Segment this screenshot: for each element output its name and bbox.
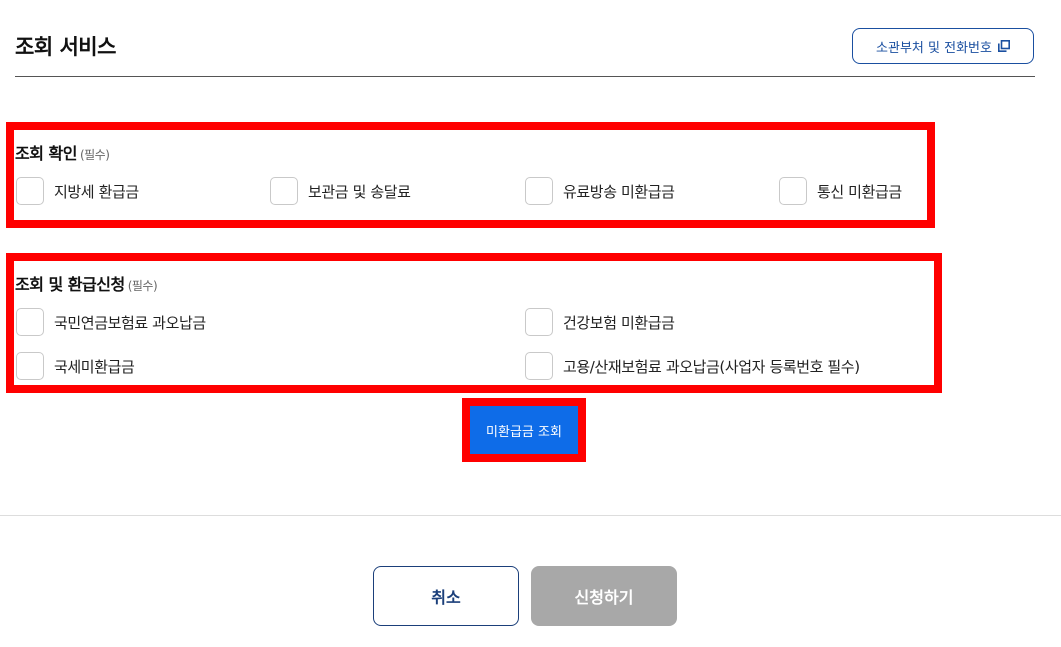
check-section-highlight [6,122,935,228]
checkbox[interactable] [525,308,553,336]
checkbox-option-national-pension-overpayment[interactable]: 국민연금보험료 과오납금 [16,308,206,336]
option-label: 유료방송 미환급금 [563,182,675,201]
page-title: 조회 서비스 [15,35,116,59]
option-label: 보관금 및 송달료 [308,182,411,201]
checkbox[interactable] [525,352,553,380]
refund-section-title: 조회 및 환급신청 (필수) [15,271,158,295]
checkbox-option-national-tax-refund[interactable]: 국세미환급금 [16,352,135,380]
checkbox[interactable] [16,308,44,336]
option-label: 건강보험 미환급금 [563,313,675,332]
checkbox[interactable] [270,177,298,205]
refund-section-title-text: 조회 및 환급신청 [15,275,125,294]
checkbox-option-paid-broadcast-refund[interactable]: 유료방송 미환급금 [525,177,675,205]
external-link-icon [997,40,1010,52]
checkbox-option-telecom-refund[interactable]: 통신 미환급금 [779,177,902,205]
option-label: 통신 미환급금 [817,182,902,201]
checkbox-option-employment-insurance-overpayment[interactable]: 고용/산재보험료 과오납금(사업자 등록번호 필수) [525,352,860,380]
checkbox[interactable] [16,177,44,205]
apply-button[interactable]: 신청하기 [531,566,677,626]
option-label: 고용/산재보험료 과오납금(사업자 등록번호 필수) [563,357,860,376]
cancel-button[interactable]: 취소 [373,566,519,626]
check-section-title-text: 조회 확인 [15,144,77,163]
checkbox[interactable] [525,177,553,205]
unrefunded-search-button[interactable]: 미환급금 조회 [470,406,578,454]
check-section-required-note: (필수) [79,148,110,162]
department-phone-label: 소관부처 및 전화번호 [876,40,992,56]
title-divider [15,76,1035,77]
option-label: 국민연금보험료 과오납금 [54,313,206,332]
checkbox[interactable] [16,352,44,380]
checkbox-option-health-insurance-refund[interactable]: 건강보험 미환급금 [525,308,675,336]
option-label: 국세미환급금 [54,357,135,376]
checkbox-option-deposit-fees[interactable]: 보관금 및 송달료 [270,177,411,205]
option-label: 지방세 환급금 [54,182,139,201]
footer-divider [0,515,1061,516]
checkbox[interactable] [779,177,807,205]
check-section-title: 조회 확인 (필수) [15,140,110,164]
checkbox-option-local-tax-refund[interactable]: 지방세 환급금 [16,177,139,205]
department-phone-button[interactable]: 소관부처 및 전화번호 [852,28,1034,64]
refund-section-required-note: (필수) [127,279,158,293]
